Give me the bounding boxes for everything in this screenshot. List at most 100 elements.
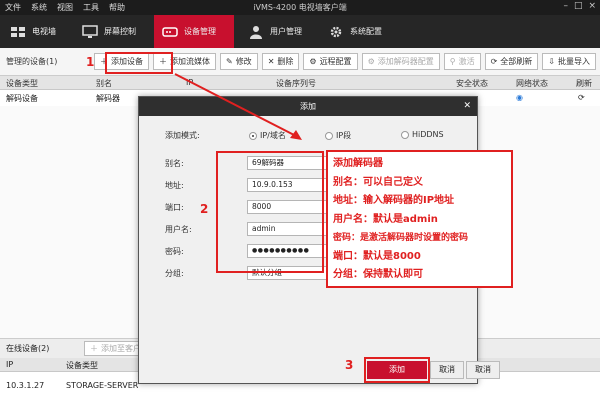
refresh-all-button[interactable]: ⟳ 全部刷新	[484, 53, 539, 70]
button-label: 修改	[235, 57, 252, 66]
tab-system-config[interactable]: 系统配置	[314, 15, 404, 48]
username-label: 用户名:	[165, 225, 192, 234]
note-line: 添加解码器	[333, 158, 383, 169]
remote-config-button[interactable]: ⚙ 远程配置	[303, 53, 358, 70]
import-icon: ⇩	[548, 57, 555, 66]
cell-device-type: 解码设备	[6, 94, 38, 103]
group-label: 分组:	[165, 269, 184, 278]
step-number: 2	[200, 202, 209, 216]
note-line: 别名：可以自己定义	[333, 176, 423, 188]
note-line: 用户名：默认是admin	[333, 213, 438, 225]
col-serial[interactable]: 设备序列号	[276, 78, 316, 89]
tab-label: 设备管理	[184, 27, 216, 36]
col-refresh[interactable]: 刷新	[576, 78, 592, 89]
port-label: 端口:	[165, 203, 184, 212]
online-devices-label: 在线设备(2)	[6, 344, 50, 353]
col-device-type[interactable]: 设备类型	[66, 360, 98, 371]
note-line: 密码：是激活解码器时设置的密码	[333, 233, 469, 243]
decoder-config-button[interactable]: ⚙ 添加解码器配置	[361, 53, 440, 70]
delete-button[interactable]: ✕ 删除	[261, 53, 300, 70]
button-label: 激活	[458, 57, 475, 66]
note-line: 分组：保持默认即可	[333, 269, 423, 280]
activate-button[interactable]: ⚲ 激活	[443, 53, 481, 70]
radio-label: HiDDNS	[412, 130, 444, 139]
menu-system[interactable]: 系统	[26, 2, 52, 13]
annotation-note: 添加解码器 别名：可以自己定义 地址：输入解码器的IP地址 用户名：默认是adm…	[326, 150, 513, 288]
cell-alias: 解码器	[96, 94, 120, 103]
col-security-status[interactable]: 安全状态	[456, 78, 488, 89]
cancel-button[interactable]: 取消	[430, 361, 464, 379]
highlight-add-button	[364, 357, 430, 383]
main-nav: 电视墙 屏幕控制 设备管理 用户管理 系统配置	[0, 15, 600, 48]
button-label: 远程配置	[319, 57, 352, 66]
menu-file[interactable]: 文件	[0, 2, 26, 13]
col-alias[interactable]: 别名	[96, 78, 112, 89]
edit-icon: ✎	[225, 57, 233, 66]
cancel-button[interactable]: 取消	[466, 361, 500, 379]
cell-device-type: STORAGE-SERVER	[66, 381, 139, 390]
button-label: 添加解码器配置	[377, 57, 434, 66]
tab-label: 用户管理	[270, 27, 302, 36]
menu-tools[interactable]: 工具	[78, 2, 104, 13]
tv-wall-icon	[11, 26, 25, 37]
close-icon[interactable]: ×	[588, 1, 596, 11]
button-label: 批量导入	[558, 57, 590, 66]
user-icon	[250, 25, 262, 39]
tab-device-management[interactable]: 设备管理	[154, 15, 234, 48]
batch-import-button[interactable]: ⇩ 批量导入	[542, 53, 596, 70]
minimize-icon[interactable]: –	[563, 1, 568, 11]
step-number: 3	[345, 358, 354, 372]
maximize-icon[interactable]: □	[574, 1, 583, 11]
device-table-header: 设备类型 别名 IP 设备序列号 安全状态 网络状态 刷新	[0, 76, 600, 90]
highlight-add-device	[105, 52, 173, 74]
refresh-icon[interactable]: ⟳	[578, 93, 585, 102]
refresh-icon: ⟳	[490, 57, 498, 66]
edit-button[interactable]: ✎ 修改	[219, 53, 258, 70]
screen-control-icon	[82, 24, 98, 38]
step-number: 1	[86, 55, 95, 69]
plus-icon: ＋	[90, 344, 98, 353]
highlight-form-fields	[216, 151, 324, 273]
tab-screen-control[interactable]: 屏幕控制	[74, 15, 154, 48]
password-label: 密码:	[165, 247, 184, 256]
gear-icon	[330, 26, 342, 37]
menu-help[interactable]: 帮助	[104, 2, 130, 13]
col-network-status[interactable]: 网络状态	[516, 78, 548, 89]
gear-icon: ⚙	[309, 57, 317, 66]
tab-label: 系统配置	[350, 27, 382, 36]
gear-icon: ⚙	[367, 57, 375, 66]
radio-ip-domain[interactable]: IP/域名	[249, 130, 286, 141]
note-line: 端口：默认是8000	[333, 250, 421, 262]
pin-icon: ⚲	[449, 57, 456, 66]
tab-user-management[interactable]: 用户管理	[234, 15, 314, 48]
radio-label: IP段	[336, 131, 352, 140]
close-icon: ✕	[267, 57, 275, 66]
radio-icon	[325, 131, 333, 140]
title-bar: 文件 系统 视图 工具 帮助 iVMS-4200 电视墙客户端 – □ ×	[0, 0, 600, 15]
note-line: 地址：输入解码器的IP地址	[333, 195, 455, 206]
address-label: 地址:	[165, 181, 184, 190]
close-icon[interactable]: ✕	[463, 97, 471, 116]
alias-label: 别名:	[165, 159, 184, 168]
tab-tv-wall[interactable]: 电视墙	[0, 15, 74, 48]
dialog-title-bar: 添加 ✕	[139, 97, 477, 116]
network-status-icon: ◉	[516, 93, 523, 102]
dialog-title: 添加	[300, 102, 316, 111]
button-label: 添加流媒体	[169, 57, 210, 66]
add-mode-label: 添加模式:	[165, 131, 200, 140]
col-ip[interactable]: IP	[6, 360, 13, 369]
radio-selected-icon	[249, 131, 257, 140]
tab-label: 屏幕控制	[104, 27, 136, 36]
device-management-icon	[162, 26, 178, 37]
col-device-type[interactable]: 设备类型	[6, 78, 38, 89]
radio-label: IP/域名	[260, 131, 286, 140]
tab-label: 电视墙	[32, 27, 56, 36]
radio-icon	[401, 130, 409, 139]
managed-devices-label: 管理的设备(1)	[6, 57, 58, 66]
menu-view[interactable]: 视图	[52, 2, 78, 13]
radio-ip-segment[interactable]: IP段	[325, 130, 351, 141]
radio-hiddns[interactable]: HiDDNS	[401, 130, 444, 139]
button-label: 删除	[277, 57, 294, 66]
col-ip[interactable]: IP	[186, 78, 193, 87]
button-label: 全部刷新	[500, 57, 533, 66]
